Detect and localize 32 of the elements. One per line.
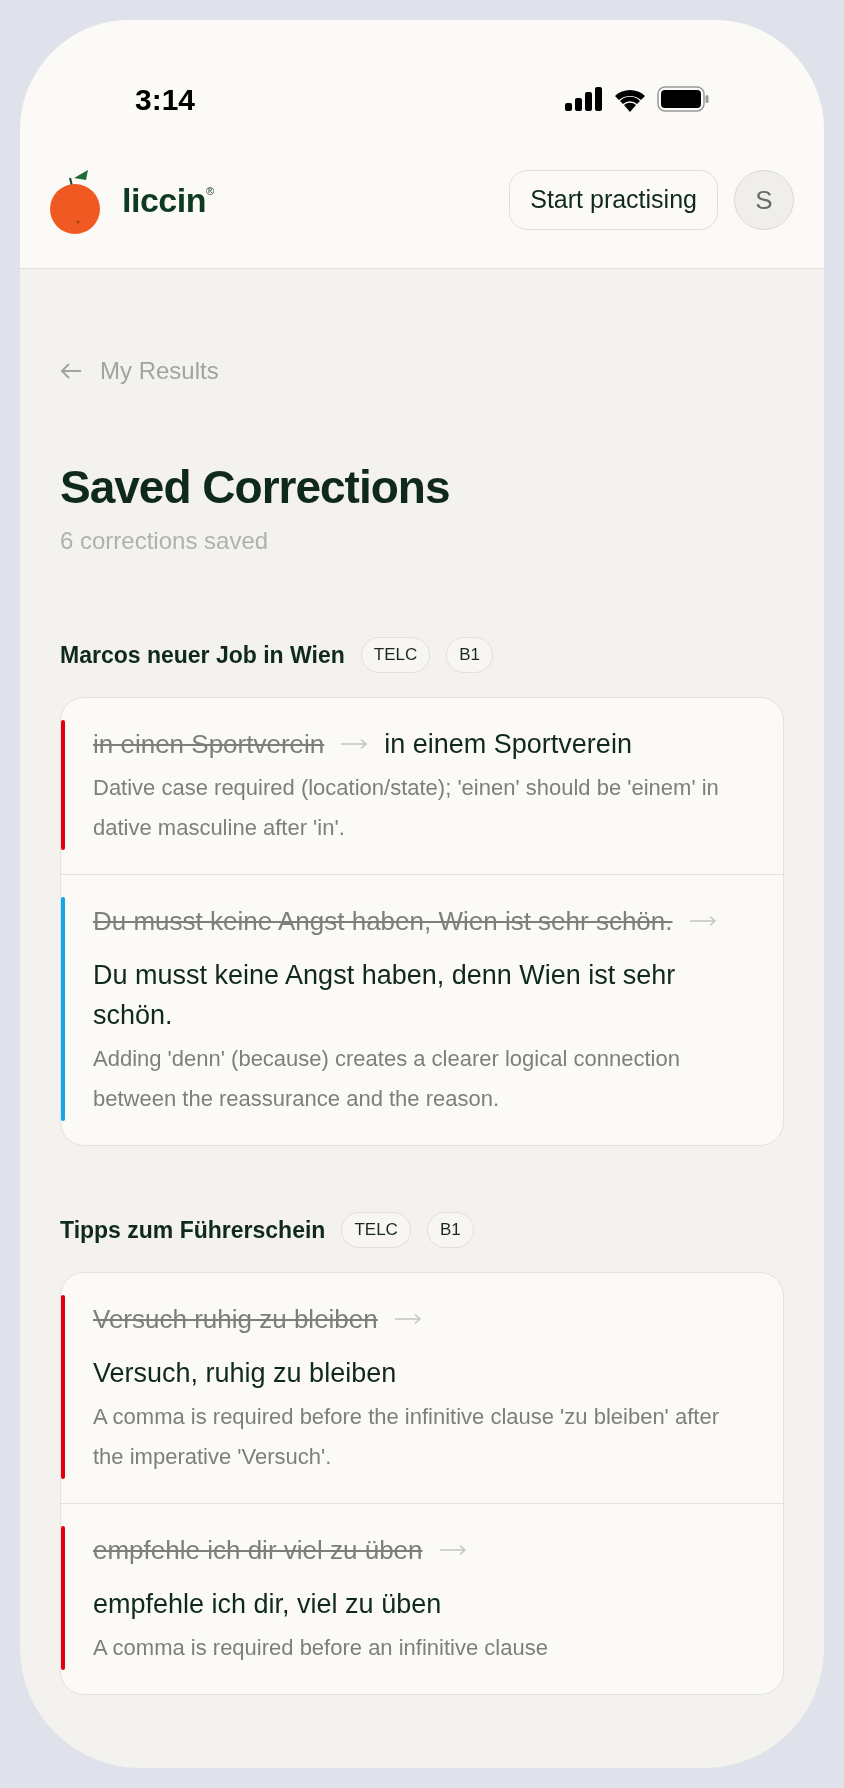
avatar-button[interactable]: S [734,170,794,230]
exam-tag: B1 [426,1212,474,1248]
signal-icon [565,87,603,111]
arrow-right-icon [340,738,369,750]
explanation-text: Dative case required (location/state); 'einen' should be 'einem' in dative masculine after 'in'. [93,774,720,842]
exam-tag: TELC [341,1212,411,1248]
exam-tag: B1 [446,637,494,673]
corrected-text: Du musst keine Angst haben, denn Wien ist sehr schön. [93,959,677,1032]
corrected-text: in einem Sportverein [384,728,632,761]
original-text: in einen Sportverein [93,728,325,761]
section-title: Marcos neuer Job in Wien [60,640,345,670]
registered-mark: ® [205,183,215,197]
original-text: Versuch ruhig zu bleiben [93,1303,378,1336]
status-time: 3:14 [135,81,196,118]
arrow-right-icon [438,1544,467,1556]
explanation-text: Adding 'denn' (because) creates a clearer logical connection between the reassurance and the reason. [93,1045,681,1113]
arrow-right-icon [688,915,717,927]
start-practising-button[interactable]: Start practising [509,170,718,230]
corrections-count: 6 corrections saved [60,526,270,556]
back-arrow-icon [60,362,82,380]
corrected-text: Versuch, ruhig zu bleiben [93,1357,397,1390]
exam-tag: TELC [360,637,431,673]
original-text: empfehle ich dir viel zu üben [93,1534,423,1567]
explanation-text: A comma is required before the infinitive clause 'zu bleiben' after the imperative 'Versuch'. [93,1403,720,1471]
arrow-right-icon [393,1313,422,1325]
section-title: Tipps zum Führerschein [60,1215,326,1245]
explanation-text: A comma is required before an infinitive clause [93,1634,549,1662]
original-text: Du musst keine Angst haben, Wien ist sehr schön. [93,905,673,938]
brand-name: liccin [122,179,206,221]
page-title: Saved Corrections [60,460,451,515]
corrected-text: empfehle ich dir, viel zu üben [93,1588,442,1621]
battery-icon [657,86,709,112]
